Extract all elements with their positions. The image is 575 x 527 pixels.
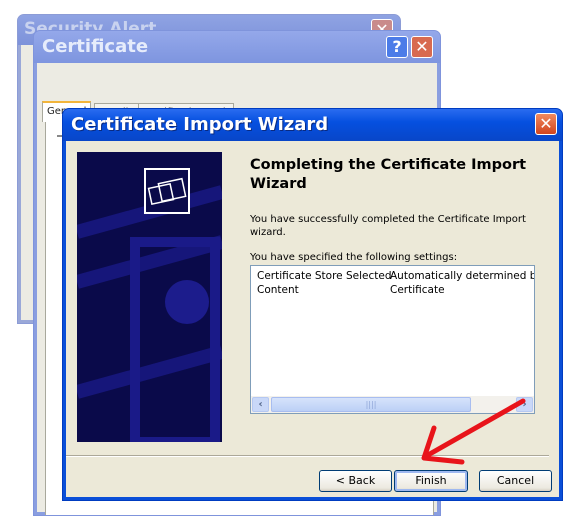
- red-arrow-annotation: [421, 398, 526, 465]
- arrow-icon: [421, 398, 526, 465]
